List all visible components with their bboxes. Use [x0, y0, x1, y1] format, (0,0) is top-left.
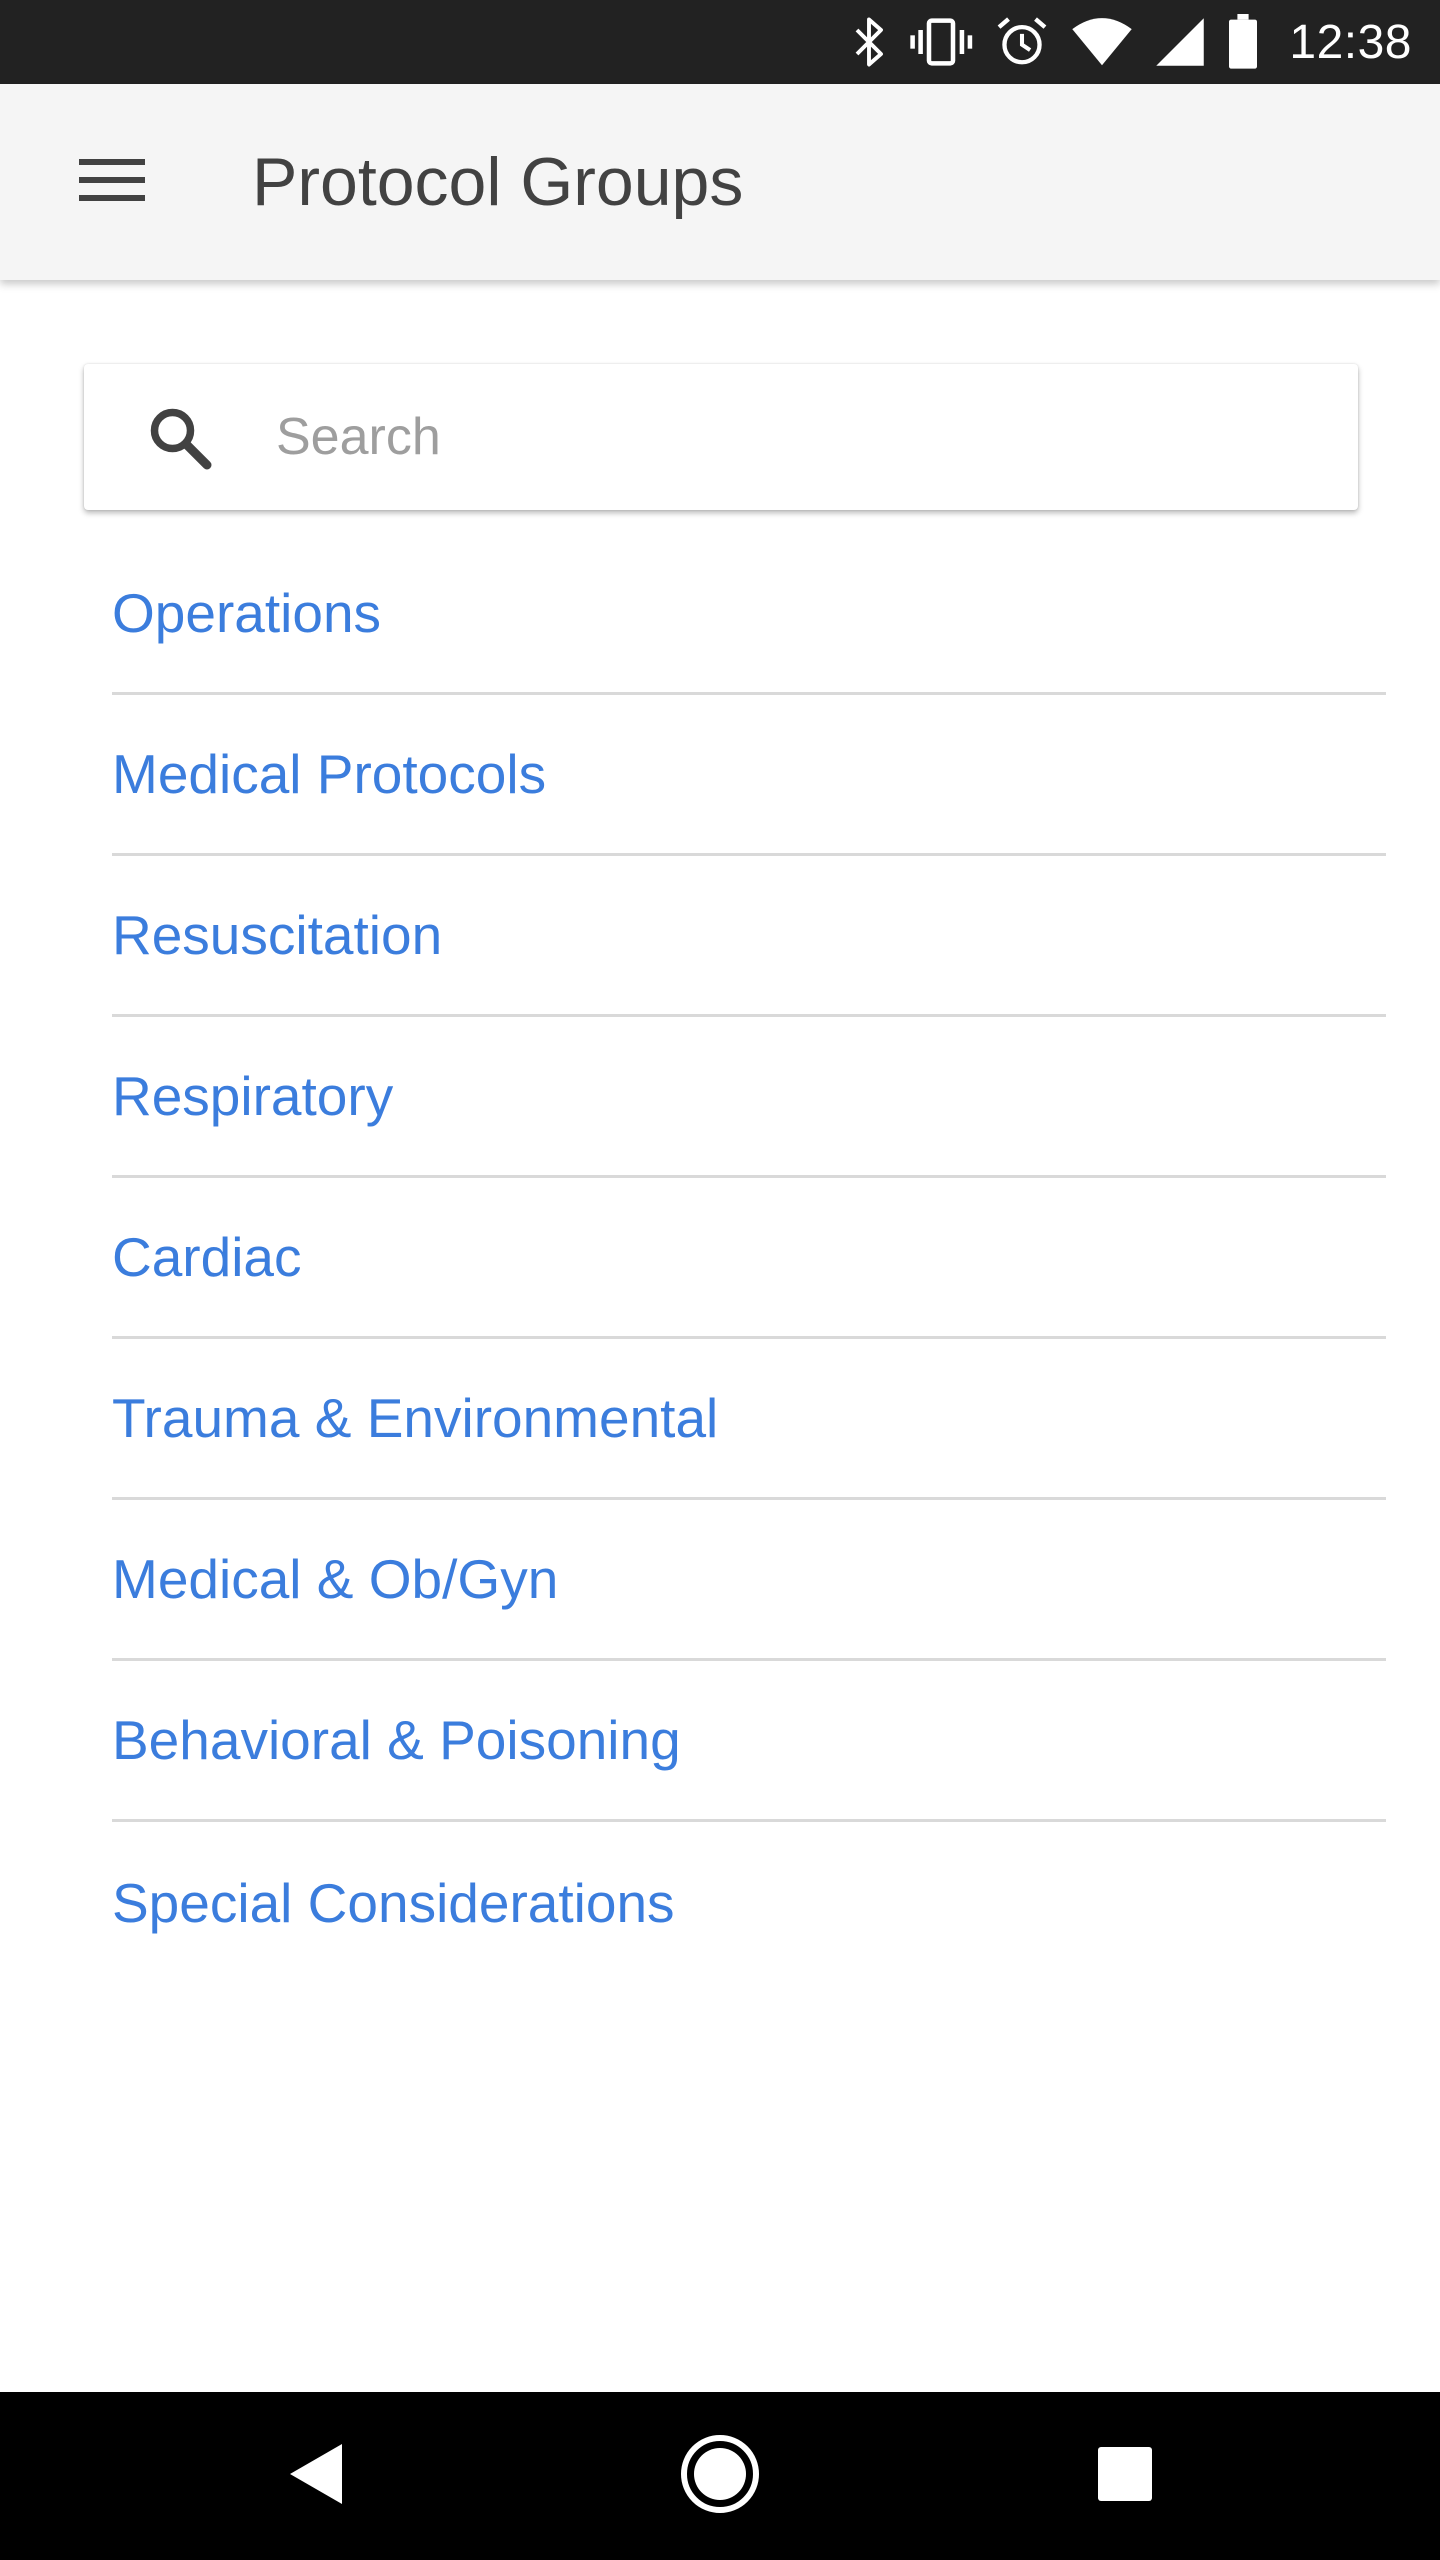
alarm-icon — [995, 15, 1049, 69]
list-item-label: Respiratory — [112, 1065, 394, 1127]
list-item-label: Cardiac — [112, 1226, 302, 1288]
status-icons: 12:38 — [851, 0, 1412, 84]
app-bar: Protocol Groups — [0, 84, 1440, 280]
vibrate-icon — [909, 15, 973, 69]
list-item[interactable]: Operations — [112, 534, 1386, 695]
search-input[interactable] — [192, 364, 1232, 510]
list-item[interactable]: Respiratory — [112, 1017, 1386, 1178]
recents-button[interactable] — [1073, 2424, 1177, 2528]
list-item-label: Medical & Ob/Gyn — [112, 1548, 559, 1610]
home-icon — [678, 2432, 762, 2521]
list-item[interactable]: Cardiac — [112, 1178, 1386, 1339]
search-bar[interactable] — [84, 364, 1358, 510]
status-bar: 12:38 — [0, 0, 1440, 84]
status-time: 12:38 — [1289, 15, 1412, 69]
list-item-label: Special Considerations — [112, 1871, 675, 1934]
list-item-label: Behavioral & Poisoning — [112, 1709, 681, 1771]
list-item[interactable]: Behavioral & Poisoning — [112, 1661, 1386, 1822]
battery-icon — [1227, 14, 1259, 70]
hamburger-menu-icon — [79, 156, 145, 209]
home-button[interactable] — [668, 2424, 772, 2528]
list-item[interactable]: Trauma & Environmental — [112, 1339, 1386, 1500]
protocol-group-list: Operations Medical Protocols Resuscitati… — [112, 534, 1386, 1983]
list-item[interactable]: Special Considerations — [112, 1822, 1386, 1983]
system-nav-bar — [0, 2392, 1440, 2560]
signal-icon — [1155, 17, 1205, 67]
wifi-icon — [1071, 17, 1133, 67]
list-item[interactable]: Resuscitation — [112, 856, 1386, 1017]
list-item-label: Resuscitation — [112, 904, 443, 966]
bluetooth-icon — [851, 15, 887, 69]
menu-button[interactable] — [56, 138, 168, 226]
recents-icon — [1097, 2446, 1153, 2507]
list-item-label: Trauma & Environmental — [112, 1387, 719, 1449]
list-item-label: Medical Protocols — [112, 743, 547, 805]
list-item[interactable]: Medical & Ob/Gyn — [112, 1500, 1386, 1661]
list-item[interactable]: Medical Protocols — [112, 695, 1386, 856]
back-button[interactable] — [264, 2424, 368, 2528]
list-item-label: Operations — [112, 582, 382, 644]
back-icon — [286, 2442, 346, 2511]
page-title: Protocol Groups — [252, 144, 744, 220]
